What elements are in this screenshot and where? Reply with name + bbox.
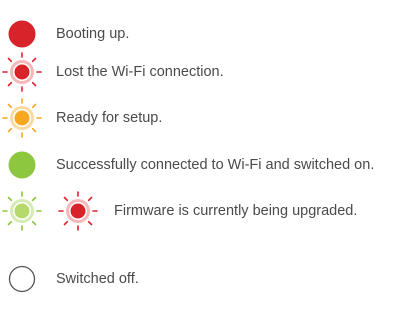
legend-row-firmware-upgrade: Firmware is currently being upgraded. [0, 191, 400, 231]
legend-row-off: Switched off. [0, 259, 400, 299]
legend-label: Ready for setup. [56, 110, 163, 126]
legend-row-ready: Ready for setup. [0, 98, 400, 138]
legend-label: Firmware is currently being upgraded. [114, 203, 358, 219]
legend-label: Lost the Wi-Fi connection. [56, 64, 224, 80]
legend-row-connected: Successfully connected to Wi-Fi and swit… [0, 145, 400, 185]
legend-row-booting: Booting up. [0, 14, 400, 54]
red-solid-led-icon [2, 14, 42, 54]
legend-row-wifi-lost: Lost the Wi-Fi connection. [0, 52, 400, 92]
legend-label: Successfully connected to Wi-Fi and swit… [56, 157, 375, 173]
green-solid-led-icon [2, 145, 42, 185]
red-blinking-led-icon [2, 52, 42, 92]
green-blinking-led-icon [2, 191, 42, 231]
led-status-legend: Booting up. Lost the Wi-Fi connection. R… [0, 0, 400, 310]
legend-label: Switched off. [56, 271, 139, 287]
legend-label: Booting up. [56, 26, 130, 42]
orange-blinking-led-icon [2, 98, 42, 138]
red-blinking-led-icon [58, 191, 98, 231]
led-off-icon [2, 259, 42, 299]
